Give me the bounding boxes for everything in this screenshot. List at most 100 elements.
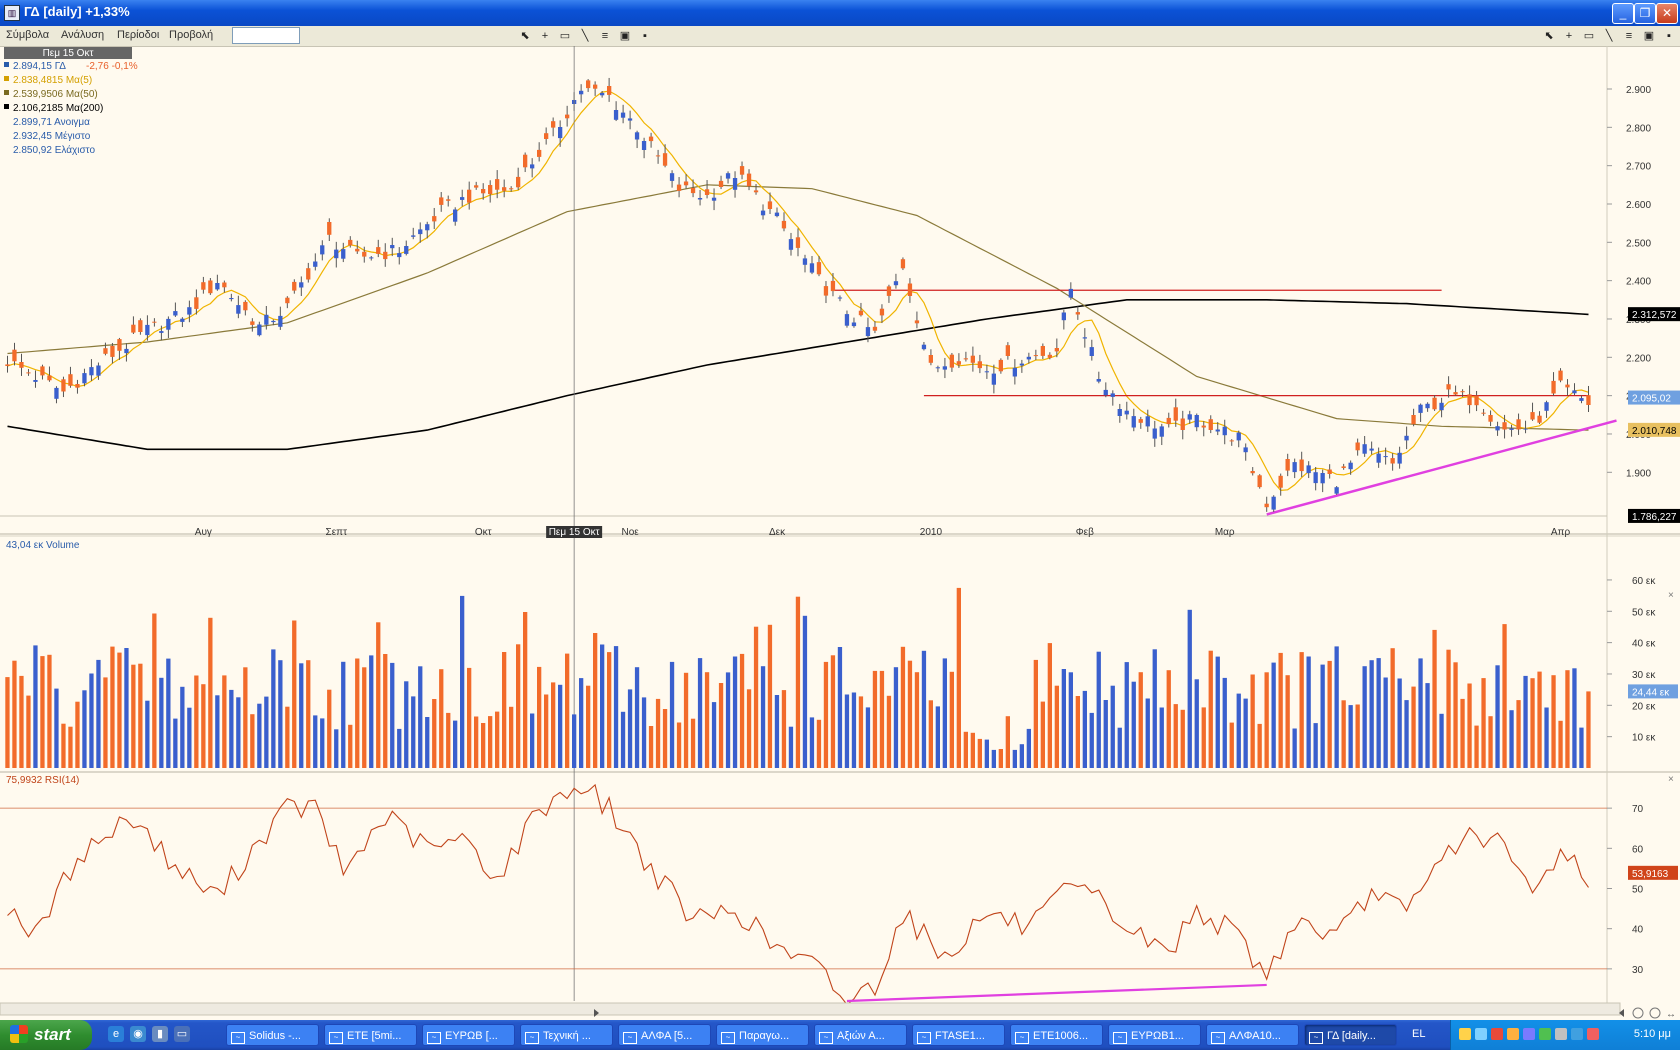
volume-bar [1341, 700, 1346, 768]
menu-analysis[interactable]: Ανάλυση [61, 29, 104, 41]
candle [613, 110, 619, 120]
legend-text: 2.838,4815 Μα(5) [13, 75, 92, 86]
candle [1474, 395, 1479, 406]
zoom-out-icon[interactable] [1632, 1007, 1644, 1019]
sync-icon[interactable] [1571, 1028, 1583, 1040]
cursor-icon-right[interactable]: ⬉ [1542, 29, 1556, 43]
save-icon[interactable]: ▪ [638, 29, 652, 43]
volume-bar [159, 677, 164, 768]
window-icon: ~ [1309, 1032, 1323, 1044]
desktop-icon[interactable]: ▭ [174, 1026, 190, 1042]
volume-bar [544, 694, 549, 768]
panel-close-icon[interactable]: × [1668, 774, 1674, 785]
volume-bar [942, 658, 947, 768]
minimize-button[interactable]: _ [1612, 3, 1634, 24]
candle [446, 199, 451, 201]
language-indicator[interactable]: EL [1412, 1028, 1425, 1040]
list-icon[interactable]: ≡ [598, 29, 612, 43]
taskbar-item[interactable]: ~ FTASE1... [912, 1024, 1005, 1046]
zoom-in-icon[interactable] [1649, 1007, 1661, 1019]
crosshair-icon[interactable]: + [538, 29, 552, 43]
chart-area[interactable]: 1.9002.0002.1002.2002.3002.4002.5002.600… [0, 46, 1680, 1020]
security-icon[interactable] [1491, 1028, 1503, 1040]
candle [1579, 398, 1584, 401]
rsi-tick-label: 60 [1632, 844, 1644, 855]
volume-bar [474, 716, 479, 768]
menu-symbols[interactable]: Σύμβολα [6, 29, 49, 41]
volume-bar [1033, 659, 1038, 768]
alert-icon[interactable] [1587, 1028, 1599, 1040]
window-icon: ~ [1015, 1032, 1029, 1044]
tools-icon[interactable]: ▮ [152, 1026, 168, 1042]
save-icon-right[interactable]: ▪ [1662, 29, 1676, 43]
chart-icon-right[interactable]: ▣ [1642, 29, 1656, 43]
chart-icon[interactable]: ▣ [618, 29, 632, 43]
update-icon[interactable] [1523, 1028, 1535, 1040]
browser-icon[interactable]: ◉ [130, 1026, 146, 1042]
list-icon-right[interactable]: ≡ [1622, 29, 1636, 43]
volume-bar [523, 612, 528, 768]
taskbar-item[interactable]: ~ ΑΛΦΑ10... [1206, 1024, 1299, 1046]
crosshair-icon-right[interactable]: + [1562, 29, 1576, 43]
taskbar-item[interactable]: ~ ΕΥΡΩΒ [... [422, 1024, 515, 1046]
taskbar-item[interactable]: ~ Αξιών Α... [814, 1024, 907, 1046]
line-icon[interactable]: ╲ [578, 29, 592, 43]
candle [285, 297, 290, 304]
menu-periods[interactable]: Περίοδοι [117, 29, 159, 41]
volume-bar [271, 649, 276, 768]
taskbar-item[interactable]: ~ Solidus -... [226, 1024, 319, 1046]
line-icon-right[interactable]: ╲ [1602, 29, 1616, 43]
candle [194, 297, 199, 309]
volume-bar [537, 666, 542, 768]
title-bar: ▥ ΓΔ [daily] +1,33% _ ❐ ✕ [0, 0, 1680, 26]
candle [1278, 475, 1283, 488]
last-value-label: 2.312,572 [1632, 310, 1677, 321]
rectangle-icon[interactable]: ▭ [558, 29, 572, 43]
candle [1383, 456, 1388, 458]
candle [229, 298, 234, 300]
volume-bar [949, 671, 954, 768]
panel-close-icon[interactable]: × [1668, 590, 1674, 601]
taskbar-item[interactable]: ~ Παραγω... [716, 1024, 809, 1046]
start-button[interactable]: start [0, 1020, 92, 1050]
volume-bar [732, 656, 738, 768]
taskbar-item[interactable]: ~ ETE [5mi... [324, 1024, 417, 1046]
menu-view[interactable]: Προβολή [169, 29, 213, 41]
candle [914, 320, 920, 324]
volume-icon[interactable] [1539, 1028, 1551, 1040]
candle [767, 201, 773, 209]
candle [872, 326, 878, 331]
rectangle-icon-right[interactable]: ▭ [1582, 29, 1596, 43]
network-icon[interactable] [1475, 1028, 1487, 1040]
horizontal-scrollbar[interactable] [0, 1002, 1621, 1016]
candle [1432, 397, 1437, 410]
taskbar-item[interactable]: ~ ΕΥΡΩΒ1... [1108, 1024, 1201, 1046]
candle [907, 283, 913, 296]
tray-icon[interactable] [1459, 1028, 1471, 1040]
restore-button[interactable]: ❐ [1634, 3, 1656, 24]
volume-bar [865, 707, 871, 768]
legend-text: 2.539,9506 Μα(50) [13, 89, 98, 100]
usb-icon[interactable] [1555, 1028, 1567, 1040]
candle [236, 305, 241, 314]
candle [145, 324, 150, 336]
y-tick-label: 2.700 [1626, 162, 1651, 173]
cursor-icon[interactable]: ⬉ [518, 29, 532, 43]
volume-bar [264, 696, 269, 768]
volume-bar [704, 672, 710, 768]
shield-icon[interactable] [1507, 1028, 1519, 1040]
symbol-input[interactable] [232, 27, 300, 44]
taskbar-item[interactable]: ~ ΑΛΦΑ [5... [618, 1024, 711, 1046]
window-icon: ~ [525, 1032, 539, 1044]
taskbar-item[interactable]: ~ Τεχνική ... [520, 1024, 613, 1046]
ie-icon[interactable]: e [108, 1026, 124, 1042]
volume-bar [760, 666, 766, 768]
taskbar-item[interactable]: ~ ΓΔ [daily... [1304, 1024, 1397, 1046]
taskbar-item[interactable]: ~ ETE1006... [1010, 1024, 1103, 1046]
candle [1152, 428, 1157, 439]
volume-bar [194, 675, 199, 768]
x-tick-label: 2010 [920, 527, 943, 538]
volume-bar [565, 653, 570, 768]
legend-swatch [4, 62, 9, 67]
close-button[interactable]: ✕ [1656, 3, 1678, 24]
